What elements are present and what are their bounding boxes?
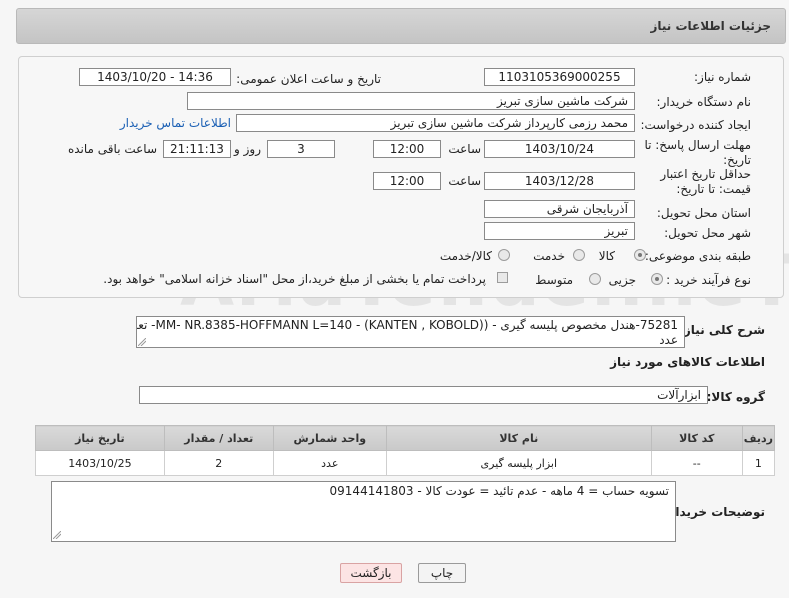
creator-label: ایجاد کننده درخواست:: [640, 118, 751, 132]
col-header-unit: واحد شمارش: [272, 425, 387, 451]
announce-field[interactable]: 1403/10/20 - 14:36: [79, 68, 231, 86]
table-header-row: ردیف کد کالا نام کالا واحد شمارش تعداد /…: [35, 425, 776, 451]
page-title: جزئیات اطلاعات نیاز: [650, 19, 771, 33]
contact-info-link[interactable]: اطلاعات تماس خریدار: [120, 116, 231, 130]
days-label: روز و: [234, 142, 261, 156]
announce-label: تاریخ و ساعت اعلان عمومی:: [236, 72, 381, 86]
goods-group-field[interactable]: ابزارآلات: [139, 386, 708, 404]
page-header: جزئیات اطلاعات نیاز: [16, 8, 786, 44]
summary-line-1: 75281-هندل مخصوص پلیسه گیری - ((KANTEN ,…: [137, 318, 678, 332]
buyer-org-label: نام دستگاه خریدار:: [656, 95, 752, 109]
category-radio-goods-service[interactable]: [498, 249, 510, 261]
buyer-org-field[interactable]: شرکت ماشین سازی تبریز: [187, 92, 635, 110]
treasury-payment-checkbox[interactable]: [497, 272, 508, 283]
table-row[interactable]: 1 -- ابزار پلیسه گیری عدد 2 1403/10/25: [35, 450, 776, 476]
resize-handle-icon[interactable]: [53, 531, 61, 539]
deadline-time-field[interactable]: 12:00: [373, 140, 441, 158]
category-radio-goods[interactable]: [634, 249, 646, 261]
col-header-name: نام کالا: [385, 425, 652, 451]
buyer-notes-text: تسویه حساب = 4 ماهه - عدم تائید = عودت ک…: [329, 484, 669, 498]
buyer-notes-label: توضیحات خریدار:: [663, 505, 765, 519]
need-number-field[interactable]: 1103105369000255: [484, 68, 635, 86]
deadline-date-field[interactable]: 1403/10/24: [484, 140, 635, 158]
validity-label: حداقل تاریخ اعتبار قیمت: تا تاریخ:: [660, 167, 751, 196]
province-label: استان محل تحویل:: [656, 206, 751, 220]
category-option-service: خدمت: [533, 249, 565, 263]
cell-row: 1: [741, 450, 776, 476]
days-field[interactable]: 3: [267, 140, 335, 158]
back-button[interactable]: بازگشت: [340, 563, 402, 583]
validity-date-field[interactable]: 1403/12/28: [484, 172, 635, 190]
deadline-label: مهلت ارسال پاسخ: تا تاریخ:: [644, 138, 751, 167]
cell-unit: عدد: [272, 450, 387, 476]
remaining-time-field[interactable]: 21:11:13: [163, 140, 231, 158]
validity-time-label: ساعت: [448, 174, 481, 188]
treasury-payment-note: پرداخت تمام یا بخشی از مبلغ خرید،از محل …: [103, 272, 486, 286]
buyer-notes-textarea[interactable]: تسویه حساب = 4 ماهه - عدم تائید = عودت ک…: [51, 481, 676, 542]
col-header-row: ردیف: [741, 425, 776, 451]
process-radio-minor[interactable]: [651, 273, 663, 285]
cell-qty: 2: [163, 450, 274, 476]
resize-handle-icon[interactable]: [138, 338, 146, 346]
category-option-goods-service: کالا/خدمت: [439, 249, 492, 263]
col-header-date: تاریخ نیاز: [35, 425, 165, 451]
print-button[interactable]: چاپ: [418, 563, 466, 583]
summary-line-2: عدد: [659, 333, 678, 347]
category-label: طبقه بندی موضوعی:: [644, 249, 751, 263]
cell-name: ابزار پلیسه گیری: [385, 450, 652, 476]
cell-code: --: [650, 450, 743, 476]
goods-section-title: اطلاعات کالاهای مورد نیاز: [610, 355, 765, 369]
col-header-qty: تعداد / مقدار: [163, 425, 274, 451]
category-option-goods: کالا: [598, 249, 615, 263]
remaining-label: ساعت باقی مانده: [67, 142, 157, 156]
validity-time-field[interactable]: 12:00: [373, 172, 441, 190]
col-header-code: کد کالا: [650, 425, 743, 451]
process-option-minor: جزیی: [608, 273, 636, 287]
creator-field[interactable]: محمد رزمی کارپرداز شرکت ماشین سازی تبریز: [236, 114, 635, 132]
province-field[interactable]: آذربایجان شرقی: [484, 200, 635, 218]
deadline-time-label: ساعت: [448, 142, 481, 156]
summary-label: شرح کلی نیاز:: [679, 323, 765, 337]
city-label: شهر محل تحویل:: [664, 226, 751, 240]
goods-group-label: گروه کالا:: [706, 390, 765, 404]
need-number-label: شماره نیاز:: [694, 70, 751, 84]
cell-date: 1403/10/25: [35, 450, 165, 476]
process-radio-medium[interactable]: [589, 273, 601, 285]
process-option-medium: متوسط: [535, 273, 573, 287]
process-label: نوع فرآیند خرید :: [666, 273, 751, 287]
summary-textarea[interactable]: 75281-هندل مخصوص پلیسه گیری - ((KANTEN ,…: [136, 316, 685, 348]
category-radio-service[interactable]: [573, 249, 585, 261]
goods-table: ردیف کد کالا نام کالا واحد شمارش تعداد /…: [35, 425, 776, 476]
city-field[interactable]: تبریز: [484, 222, 635, 240]
